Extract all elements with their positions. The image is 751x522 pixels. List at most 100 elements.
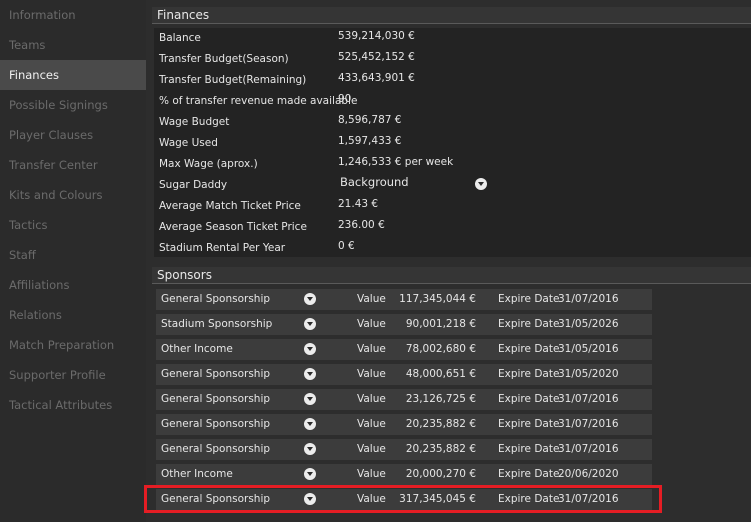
sidebar-item-affiliations[interactable]: Affiliations bbox=[0, 270, 146, 300]
sponsor-value-label: Value bbox=[357, 418, 386, 430]
finance-value: 433,643,901 € bbox=[338, 72, 415, 84]
sidebar-item-transfer-center[interactable]: Transfer Center bbox=[0, 150, 146, 180]
sponsor-expire-date: 31/05/2020 bbox=[558, 368, 619, 380]
sponsor-value-label: Value bbox=[357, 318, 386, 330]
chevron-down-icon[interactable] bbox=[304, 443, 316, 455]
finance-value: 1,597,433 € bbox=[338, 135, 402, 147]
finance-label: Transfer Budget(Remaining) bbox=[159, 74, 307, 86]
sponsor-name: General Sponsorship bbox=[161, 443, 271, 455]
finances-section-title: Finances bbox=[152, 7, 751, 24]
finance-label: Wage Budget bbox=[159, 116, 230, 128]
finance-value: 21.43 € bbox=[338, 198, 379, 210]
sponsor-value-label: Value bbox=[357, 393, 386, 405]
finance-value: 90 bbox=[338, 93, 352, 105]
sidebar-item-tactics[interactable]: Tactics bbox=[0, 210, 146, 240]
chevron-down-icon[interactable] bbox=[304, 318, 316, 330]
sponsor-value: 78,002,680 € bbox=[405, 343, 476, 355]
finance-label: Average Match Ticket Price bbox=[159, 200, 301, 212]
sponsor-row: Stadium Sponsorship Value 90,001,218 € E… bbox=[156, 314, 652, 335]
sponsor-expire-date: 31/07/2016 bbox=[558, 443, 619, 455]
sidebar-item-finances[interactable]: Finances bbox=[0, 60, 146, 90]
sponsor-row: Other Income Value 20,000,270 € Expire D… bbox=[156, 464, 652, 485]
sidebar-item-supporter-profile[interactable]: Supporter Profile bbox=[0, 360, 146, 390]
sponsor-row: Other Income Value 78,002,680 € Expire D… bbox=[156, 339, 652, 360]
sponsor-name: Other Income bbox=[161, 468, 233, 480]
sponsor-value: 20,000,270 € bbox=[405, 468, 476, 480]
finance-row: Wage Used 1,597,433 € bbox=[154, 133, 751, 154]
sponsor-value: 48,000,651 € bbox=[405, 368, 476, 380]
finance-row: Wage Budget 8,596,787 € bbox=[154, 112, 751, 133]
sponsor-value: 23,126,725 € bbox=[405, 393, 476, 405]
sponsor-value: 20,235,882 € bbox=[405, 443, 476, 455]
sponsor-expire-date: 31/07/2016 bbox=[558, 418, 619, 430]
sponsor-row: General Sponsorship Value 20,235,882 € E… bbox=[156, 439, 652, 460]
sponsor-value: 117,345,044 € bbox=[399, 293, 476, 305]
sugar-daddy-select-value: Background bbox=[340, 175, 409, 189]
sponsor-row: General Sponsorship Value 20,235,882 € E… bbox=[156, 414, 652, 435]
finance-value: 539,214,030 € bbox=[338, 30, 415, 42]
finance-value: 525,452,152 € bbox=[338, 51, 415, 63]
sidebar: Information Teams Finances Possible Sign… bbox=[0, 0, 146, 522]
sidebar-item-kits-and-colours[interactable]: Kits and Colours bbox=[0, 180, 146, 210]
sponsor-value: 90,001,218 € bbox=[405, 318, 476, 330]
sponsor-expire-label: Expire Date bbox=[498, 318, 560, 330]
finance-row: % of transfer revenue made available 90 bbox=[154, 91, 751, 112]
sponsor-value-label: Value bbox=[357, 368, 386, 380]
sponsor-name: Stadium Sponsorship bbox=[161, 318, 273, 330]
finance-label: Balance bbox=[159, 32, 201, 44]
sponsors-section-title: Sponsors bbox=[152, 267, 751, 284]
finances-panel: Balance 539,214,030 € Transfer Budget(Se… bbox=[154, 28, 751, 257]
finance-value: 1,246,533 € per week bbox=[338, 156, 454, 168]
finance-row: Average Match Ticket Price 21.43 € bbox=[154, 196, 751, 217]
finance-row: Transfer Budget(Remaining) 433,643,901 € bbox=[154, 70, 751, 91]
sidebar-item-possible-signings[interactable]: Possible Signings bbox=[0, 90, 146, 120]
sidebar-item-staff[interactable]: Staff bbox=[0, 240, 146, 270]
sponsor-value: 20,235,882 € bbox=[405, 418, 476, 430]
finance-label: Transfer Budget(Season) bbox=[159, 53, 289, 65]
sponsor-name: General Sponsorship bbox=[161, 293, 271, 305]
sponsor-row: General Sponsorship Value 48,000,651 € E… bbox=[156, 364, 652, 385]
sponsor-value-label: Value bbox=[357, 293, 386, 305]
finance-value: 236.00 € bbox=[338, 219, 385, 231]
sponsor-expire-date: 31/07/2016 bbox=[558, 293, 619, 305]
sponsor-expire-label: Expire Date bbox=[498, 468, 560, 480]
sponsor-expire-label: Expire Date bbox=[498, 418, 560, 430]
sponsor-name: General Sponsorship bbox=[161, 393, 271, 405]
chevron-down-icon[interactable] bbox=[304, 293, 316, 305]
sponsor-name: General Sponsorship bbox=[161, 368, 271, 380]
sidebar-item-player-clauses[interactable]: Player Clauses bbox=[0, 120, 146, 150]
sidebar-item-teams[interactable]: Teams bbox=[0, 30, 146, 60]
finance-row: Sugar Daddy Background bbox=[154, 175, 751, 196]
finance-row: Transfer Budget(Season) 525,452,152 € bbox=[154, 49, 751, 70]
finance-label: % of transfer revenue made available bbox=[159, 95, 358, 107]
chevron-down-icon[interactable] bbox=[475, 178, 487, 190]
sponsor-expire-date: 31/05/2016 bbox=[558, 343, 619, 355]
sponsor-value-label: Value bbox=[357, 343, 386, 355]
finance-value: 0 € bbox=[338, 240, 355, 252]
finance-label: Max Wage (aprox.) bbox=[159, 158, 258, 170]
sponsor-expire-label: Expire Date bbox=[498, 443, 560, 455]
finance-label: Stadium Rental Per Year bbox=[159, 242, 286, 254]
chevron-down-icon[interactable] bbox=[304, 343, 316, 355]
chevron-down-icon[interactable] bbox=[304, 418, 316, 430]
finance-row: Stadium Rental Per Year 0 € bbox=[154, 238, 751, 259]
sponsor-name: General Sponsorship bbox=[161, 418, 271, 430]
sponsor-expire-label: Expire Date bbox=[498, 368, 560, 380]
finance-label: Average Season Ticket Price bbox=[159, 221, 307, 233]
sidebar-item-information[interactable]: Information bbox=[0, 0, 146, 30]
sidebar-item-relations[interactable]: Relations bbox=[0, 300, 146, 330]
sponsor-expire-label: Expire Date bbox=[498, 293, 560, 305]
main-content: Finances Balance 539,214,030 € Transfer … bbox=[146, 0, 751, 522]
chevron-down-icon[interactable] bbox=[304, 468, 316, 480]
sponsor-row: General Sponsorship Value 117,345,044 € … bbox=[156, 289, 652, 310]
finance-row: Average Season Ticket Price 236.00 € bbox=[154, 217, 751, 238]
sidebar-item-match-preparation[interactable]: Match Preparation bbox=[0, 330, 146, 360]
sugar-daddy-select[interactable]: Background bbox=[154, 175, 494, 196]
finance-row: Max Wage (aprox.) 1,246,533 € per week bbox=[154, 154, 751, 175]
finance-label: Wage Used bbox=[159, 137, 218, 149]
sidebar-item-tactical-attributes[interactable]: Tactical Attributes bbox=[0, 390, 146, 420]
chevron-down-icon[interactable] bbox=[304, 368, 316, 380]
chevron-down-icon[interactable] bbox=[304, 393, 316, 405]
sponsor-expire-date: 20/06/2020 bbox=[558, 468, 619, 480]
highlight-box bbox=[144, 485, 662, 513]
